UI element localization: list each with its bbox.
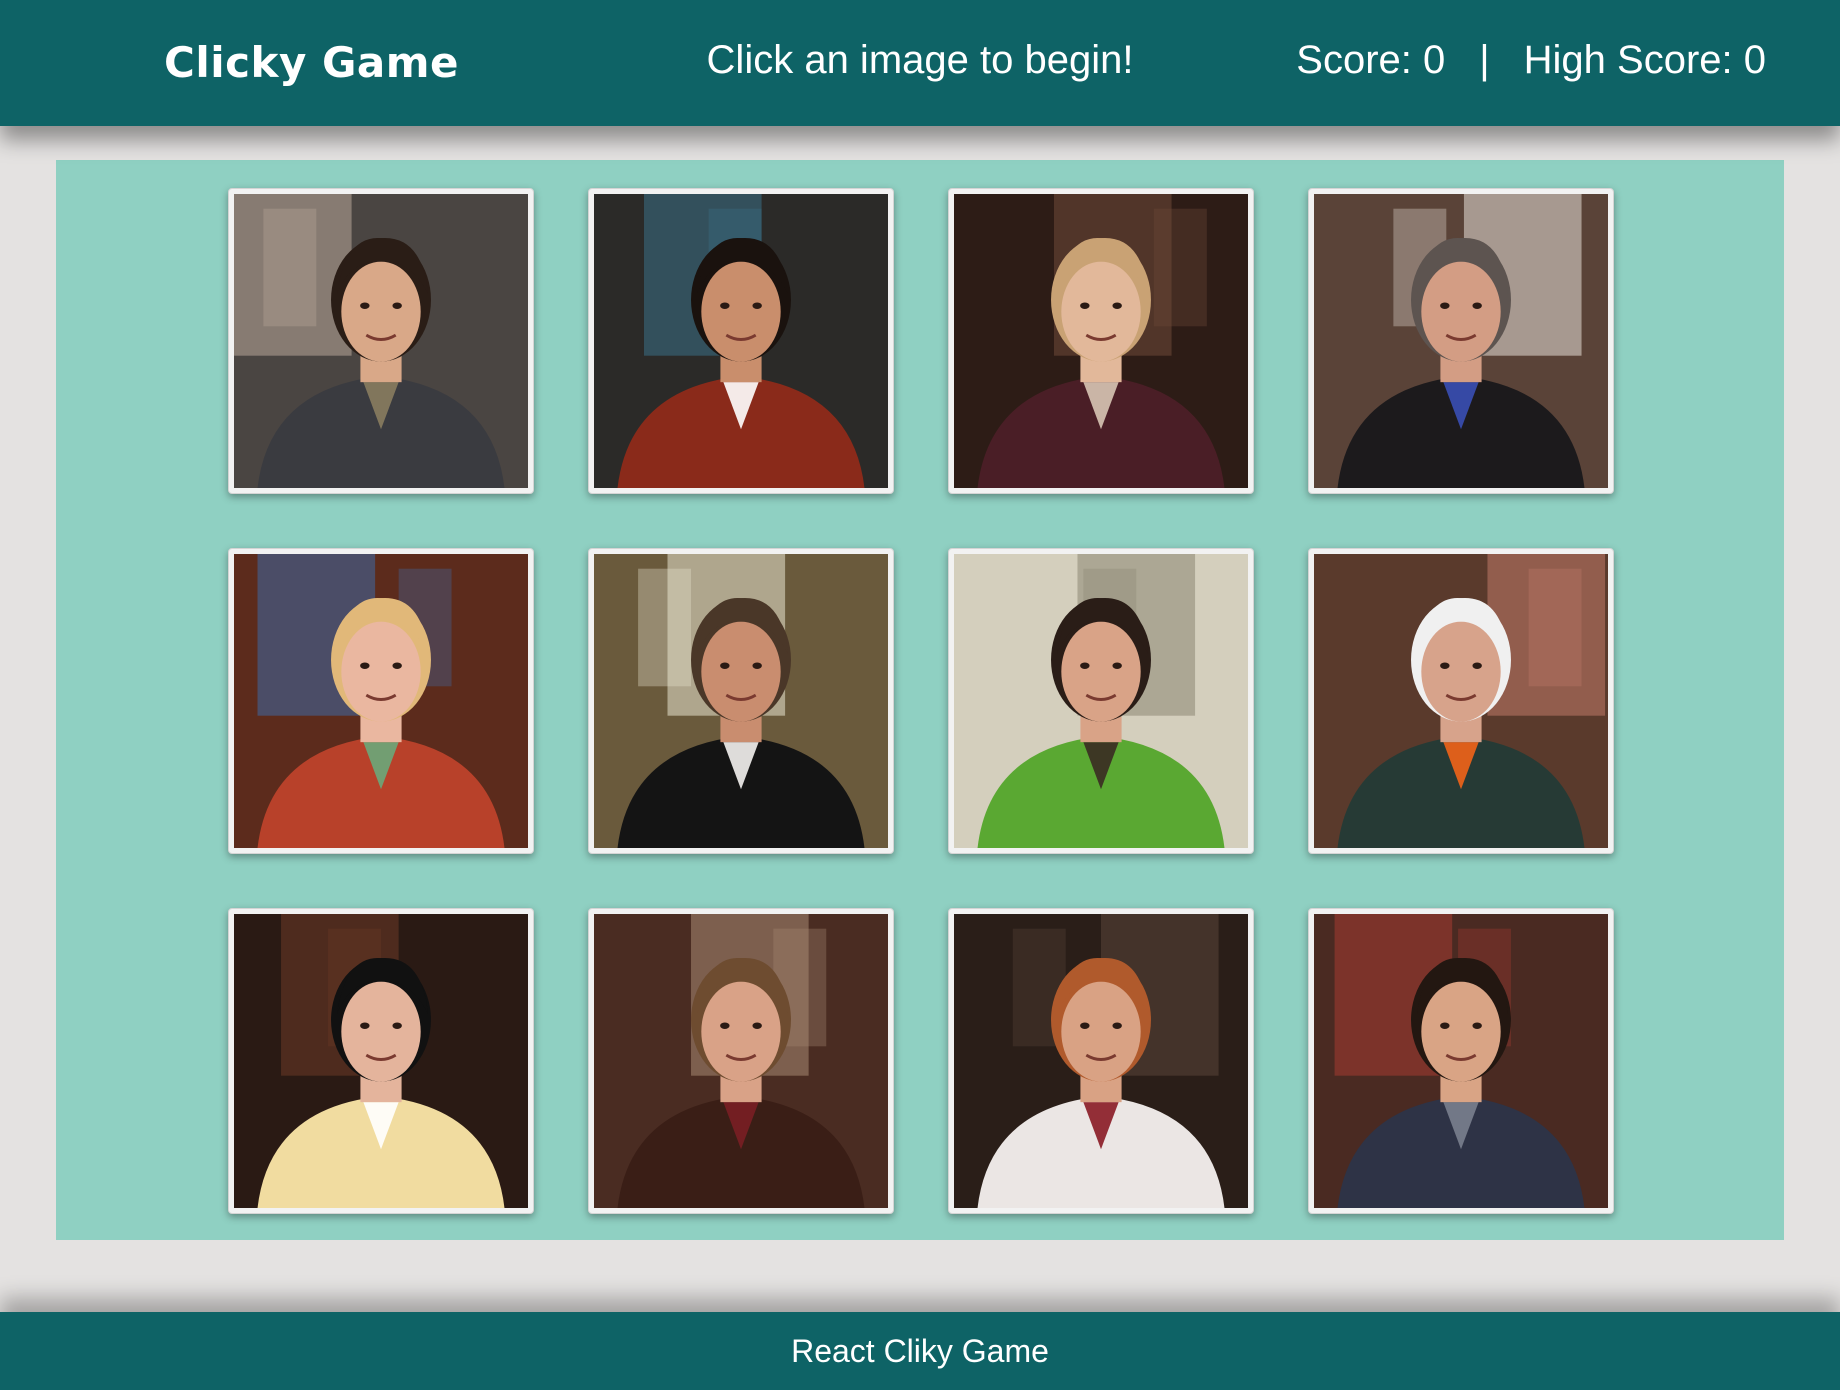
character-card[interactable] [1308,188,1614,494]
character-card[interactable] [948,548,1254,854]
navbar: Clicky Game Click an image to begin! Sco… [0,0,1840,126]
character-card[interactable] [228,188,534,494]
character-image [954,914,1248,1208]
character-image [234,194,528,488]
score-separator: | [1479,38,1490,82]
character-card[interactable] [228,908,534,1214]
character-image [954,554,1248,848]
game-message: Click an image to begin! [706,38,1134,82]
character-card[interactable] [948,908,1254,1214]
character-image [1314,914,1608,1208]
character-image [234,914,528,1208]
game-board [56,160,1784,1240]
character-image [594,914,888,1208]
footer: React Cliky Game [0,1312,1840,1390]
card-grid [228,188,1614,1214]
score-board: Score: 0 | High Score: 0 [1296,38,1766,83]
character-card[interactable] [588,548,894,854]
character-card[interactable] [948,188,1254,494]
score-text: Score: 0 [1296,38,1446,82]
character-card[interactable] [1308,548,1614,854]
character-image [594,554,888,848]
character-card[interactable] [588,188,894,494]
character-image [954,194,1248,488]
character-image [1314,194,1608,488]
character-card[interactable] [1308,908,1614,1214]
brand-title[interactable]: Clicky Game [164,38,459,87]
footer-text: React Cliky Game [791,1333,1049,1369]
character-image [594,194,888,488]
high-score-text: High Score: 0 [1523,38,1766,82]
character-image [234,554,528,848]
character-card[interactable] [228,548,534,854]
character-card[interactable] [588,908,894,1214]
character-image [1314,554,1608,848]
